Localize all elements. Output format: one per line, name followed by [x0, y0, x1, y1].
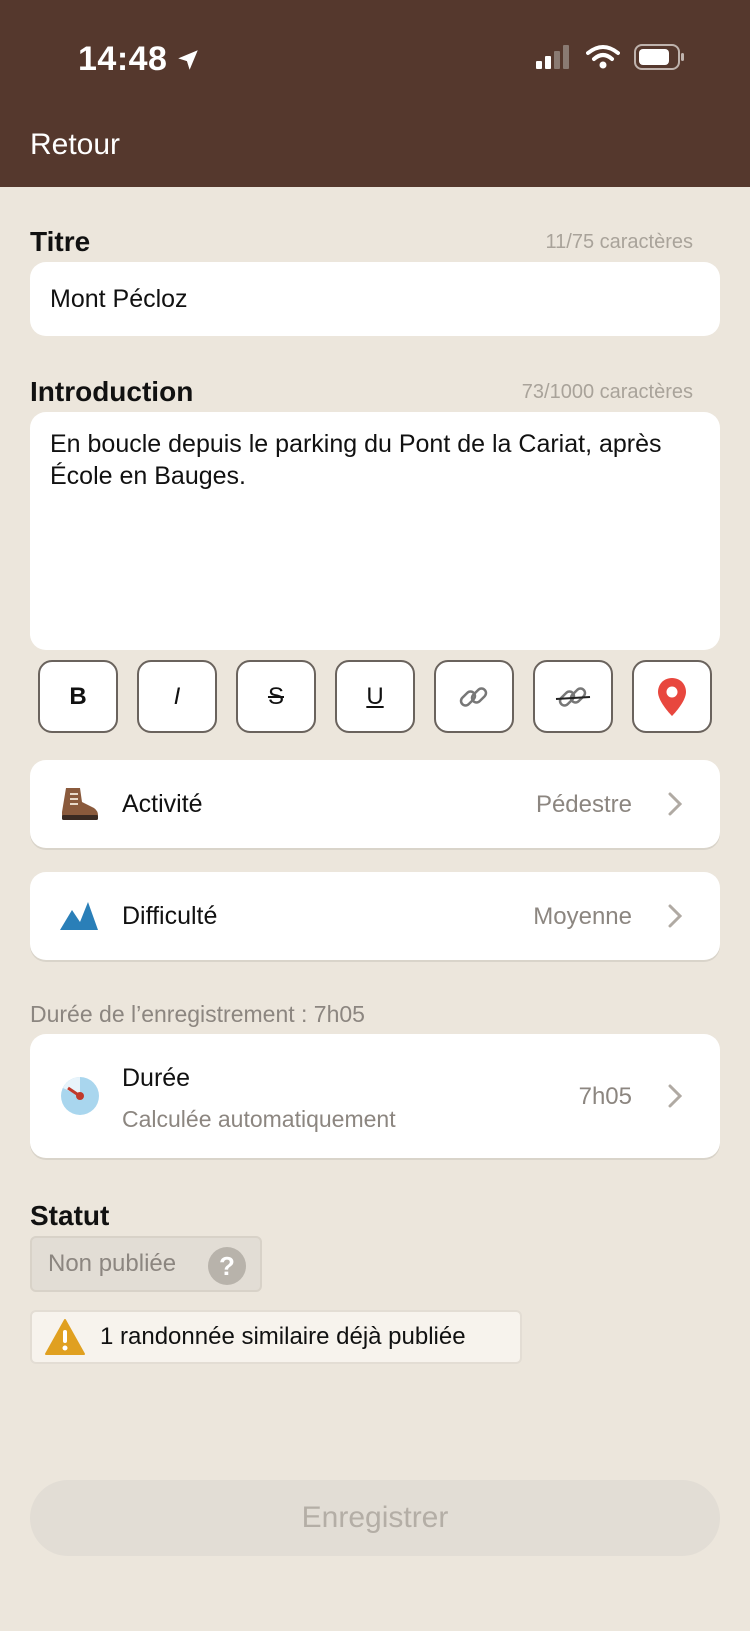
- italic-button[interactable]: I: [137, 660, 217, 733]
- signal-icon: [536, 45, 569, 69]
- bold-label: B: [69, 682, 87, 710]
- help-icon[interactable]: ?: [208, 1247, 246, 1285]
- bold-button[interactable]: B: [38, 660, 118, 733]
- status-badge: Non publiée ?: [30, 1236, 262, 1292]
- wifi-icon: [586, 45, 620, 69]
- duration-label: Durée: [122, 1064, 191, 1092]
- status-icons: [536, 44, 686, 70]
- recording-duration-info: Durée de l’enregistrement : 7h05: [30, 1001, 365, 1027]
- link-icon: [459, 686, 488, 707]
- warning-icon: [45, 1319, 85, 1355]
- activity-label: Activité: [122, 790, 203, 818]
- status-value: Non publiée: [48, 1250, 177, 1277]
- duration-sublabel: Calculée automatiquement: [122, 1106, 396, 1132]
- strikethrough-button[interactable]: S: [236, 660, 316, 733]
- location-pin-button[interactable]: [632, 660, 712, 733]
- chevron-right-icon: [668, 904, 682, 928]
- unlink-button[interactable]: [533, 660, 613, 733]
- title-label: Titre: [30, 226, 91, 257]
- mountain-icon: [60, 902, 98, 930]
- warning-text: 1 randonnée similaire déjà publiée: [100, 1323, 466, 1350]
- chevron-right-icon: [668, 792, 682, 816]
- link-button[interactable]: [434, 660, 514, 733]
- similar-hike-warning[interactable]: 1 randonnée similaire déjà publiée: [30, 1310, 522, 1364]
- underline-button[interactable]: U: [335, 660, 415, 733]
- duration-value: 7h05: [578, 1083, 632, 1110]
- difficulty-value: Moyenne: [533, 903, 632, 930]
- underline-label: U: [366, 682, 384, 710]
- chevron-right-icon: [668, 1084, 682, 1108]
- difficulty-label: Difficulté: [122, 902, 218, 930]
- timer-icon: [61, 1077, 99, 1115]
- intro-textarea[interactable]: En boucle depuis le parking du Pont de l…: [30, 412, 720, 650]
- strike-label: S: [267, 682, 284, 710]
- intro-counter: 73/1000 caractères: [521, 381, 693, 403]
- map-pin-icon: [658, 677, 686, 716]
- location-arrow-icon: [178, 49, 199, 70]
- hiking-boot-icon: [62, 788, 98, 820]
- unlink-icon: [555, 686, 591, 707]
- status-time: 14:48: [78, 40, 201, 79]
- duration-row[interactable]: Durée Calculée automatiquement 7h05: [30, 1034, 720, 1158]
- clock: 14:48: [78, 40, 168, 78]
- activity-value: Pédestre: [535, 791, 632, 818]
- intro-label: Introduction: [30, 376, 194, 407]
- battery-icon: [634, 44, 684, 70]
- activity-row[interactable]: Activité Pédestre: [30, 760, 720, 848]
- save-button[interactable]: Enregistrer: [30, 1480, 720, 1556]
- title-counter: 11/75 caractères: [545, 231, 694, 253]
- difficulty-row[interactable]: Difficulté Moyenne: [30, 872, 720, 960]
- back-button[interactable]: Retour: [30, 128, 120, 162]
- status-label: Statut: [30, 1200, 110, 1231]
- format-toolbar: B I S U: [38, 660, 712, 733]
- top-bar: 14:48 Retour: [0, 0, 750, 187]
- italic-label: I: [173, 682, 181, 710]
- title-input[interactable]: Mont Pécloz: [30, 262, 720, 336]
